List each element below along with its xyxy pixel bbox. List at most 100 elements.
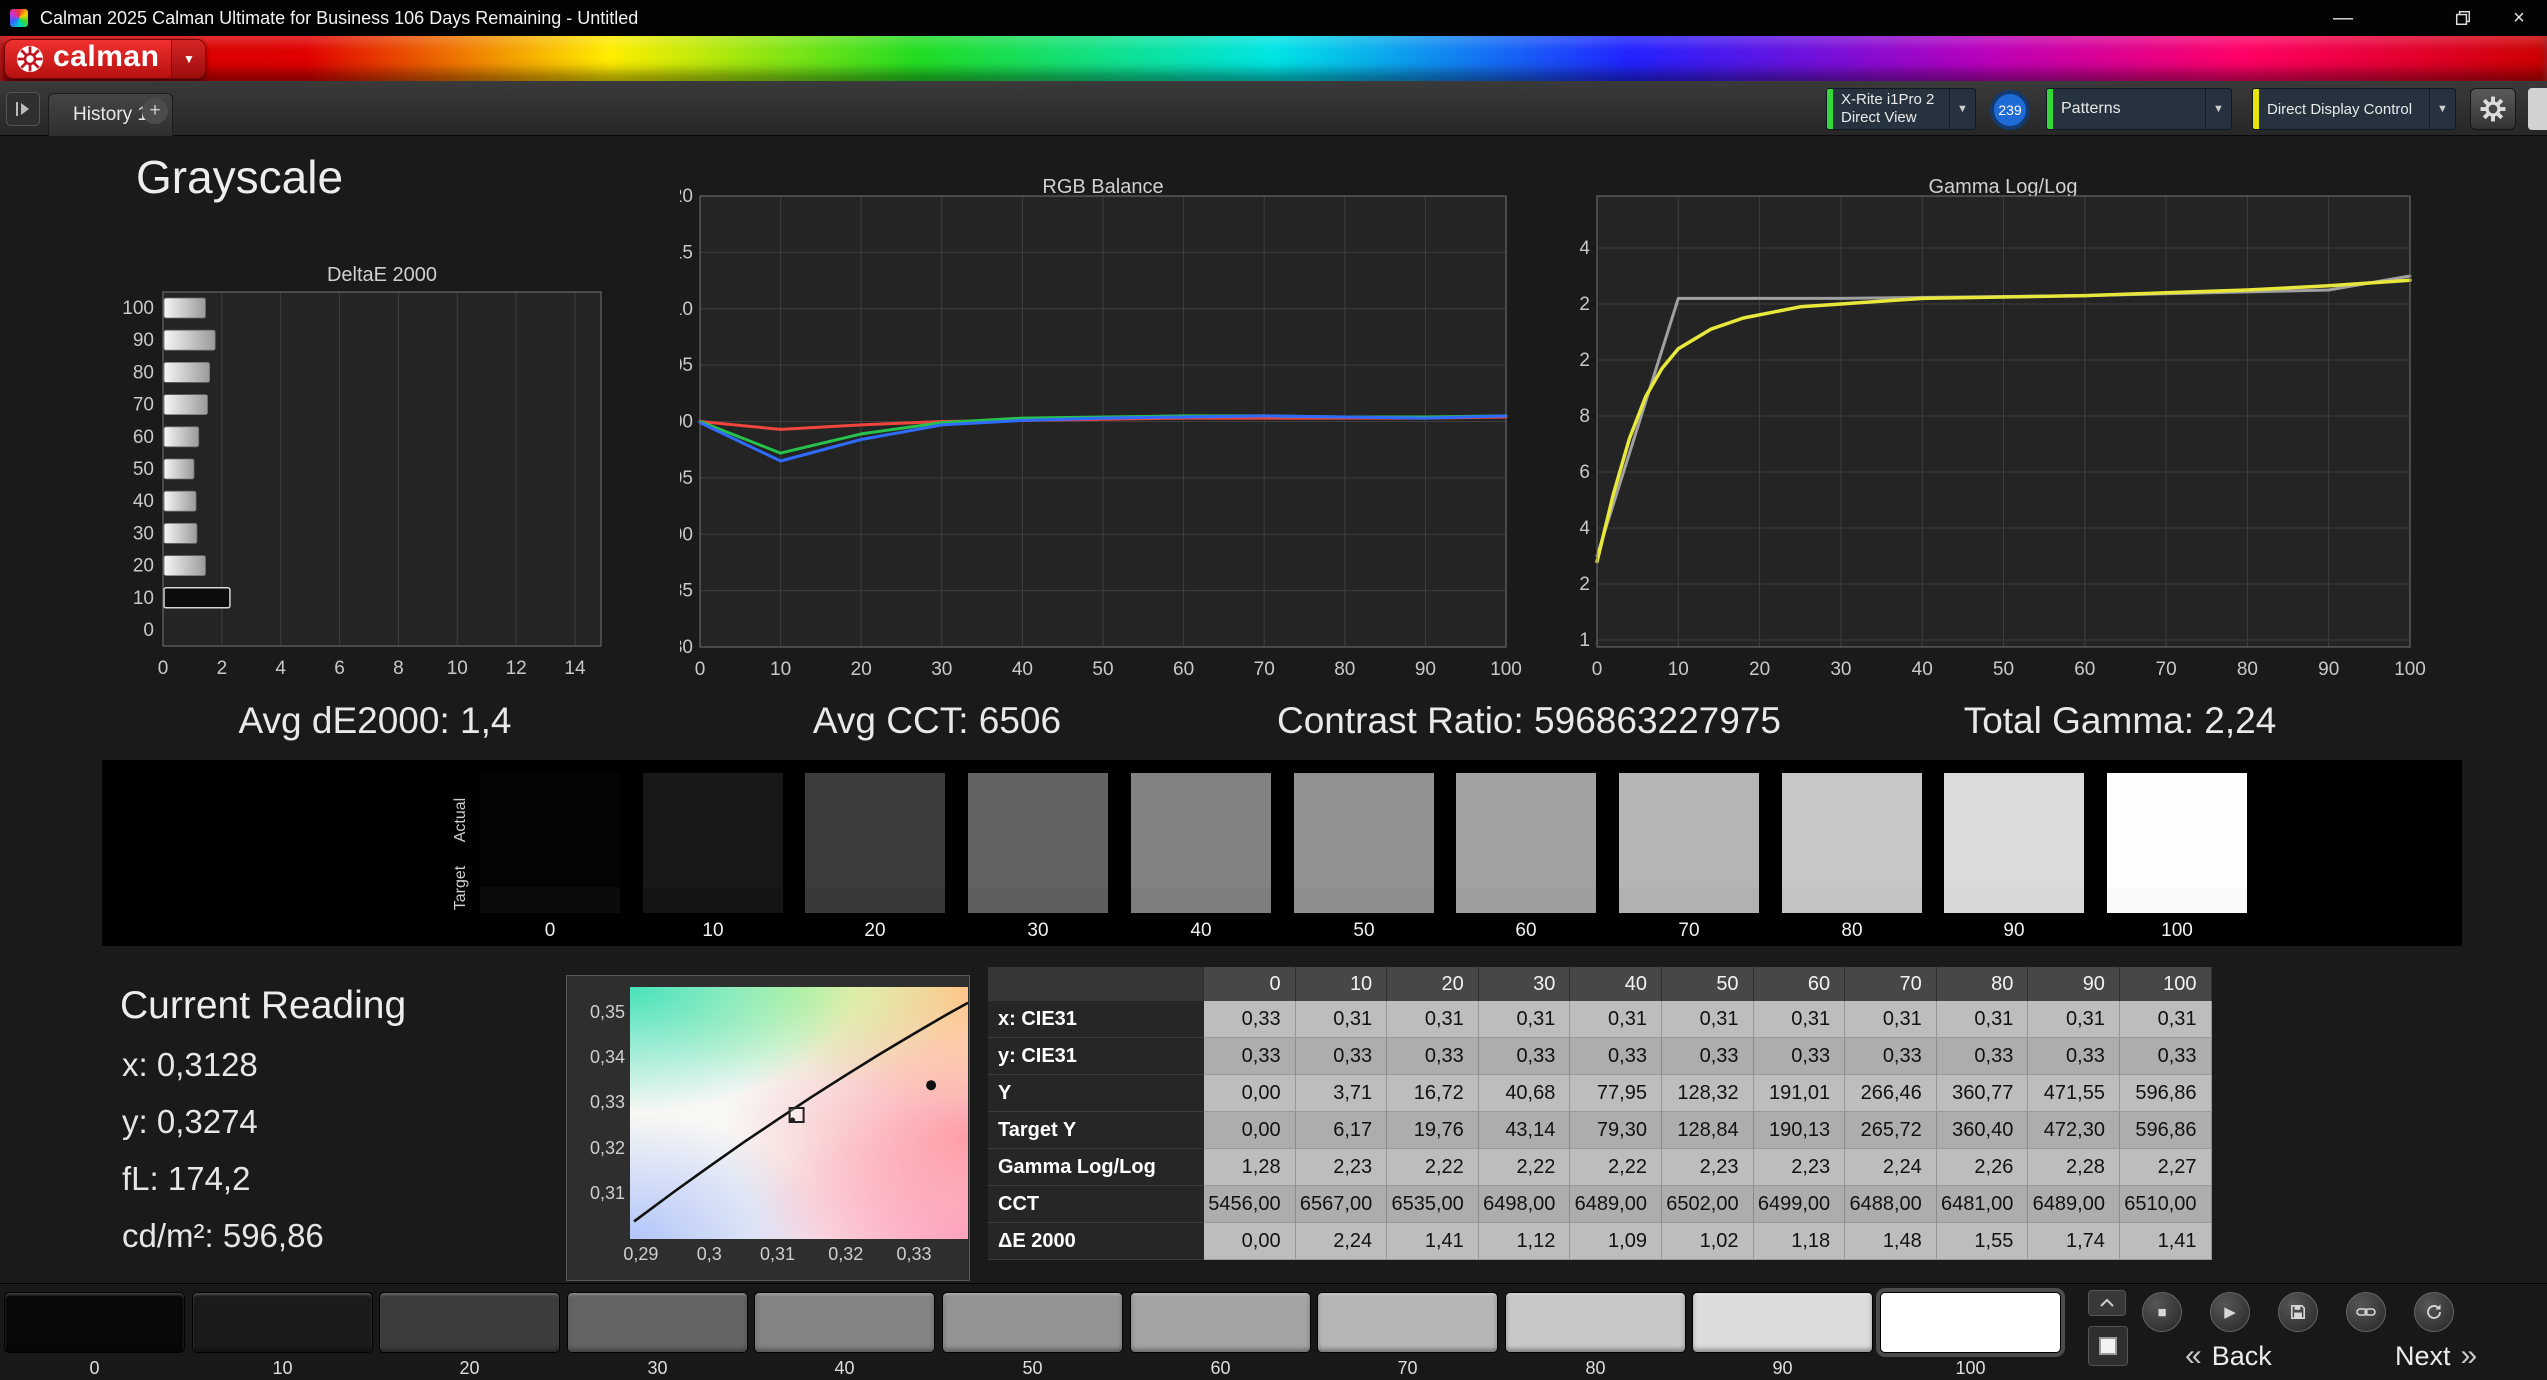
table-cell: 0,31	[1936, 1001, 2029, 1038]
x-axis-tick-label: 30	[931, 659, 952, 680]
table-cell: 6499,00	[1753, 1186, 1846, 1223]
add-tab-button[interactable]: +	[142, 98, 168, 124]
pattern-button-90[interactable]	[1692, 1292, 1873, 1353]
swatch-level-label: 60	[1515, 920, 1537, 941]
pattern-button-label: 100	[1955, 1358, 1986, 1378]
table-cell: 0,00	[1204, 1223, 1296, 1260]
close-button[interactable]: ×	[2491, 0, 2547, 36]
pattern-button-20[interactable]	[379, 1292, 560, 1353]
y-axis-tick-label: 1,8	[1580, 406, 1590, 427]
y-axis-tick-label: 100	[122, 298, 154, 319]
patterns-dropdown-label: Patterns	[2061, 100, 2121, 117]
x-axis-tick-label: 10	[1668, 659, 1689, 680]
y-axis-tick-label: 120	[680, 186, 693, 207]
pattern-button-0[interactable]	[4, 1292, 185, 1353]
table-cell: 190,13	[1753, 1112, 1846, 1149]
pattern-window-button[interactable]	[2088, 1326, 2128, 1366]
cie-x-axis-label: 0,32	[828, 1244, 864, 1264]
patterns-dropdown[interactable]: Patterns ▼	[2046, 88, 2232, 130]
dropdown-caret-icon[interactable]: ▼	[1949, 89, 1975, 129]
stat-avg-cct: Avg CCT: 6506	[812, 700, 1062, 741]
table-row-label: y: CIE31	[988, 1038, 1204, 1075]
table-cell: 0,33	[1845, 1038, 1937, 1075]
calman-window: Calman 2025 Calman Ultimate for Business…	[0, 0, 2547, 1380]
pattern-button-40[interactable]	[754, 1292, 935, 1353]
table-cell: 0,31	[1570, 1001, 1662, 1038]
y-axis-tick-label: 70	[133, 395, 154, 416]
y-axis-tick-label: 95	[680, 468, 693, 489]
stop-button[interactable]: ■	[2142, 1292, 2182, 1332]
back-button[interactable]: « Back	[2185, 1338, 2272, 1374]
swatch-target-patch	[1944, 887, 2084, 913]
panel-toggle-icon	[16, 102, 29, 116]
dropdown-caret-icon[interactable]: ▼	[2205, 89, 2231, 129]
deltae-chart: 0 2 4 6 8 10 12 141009080706050403020100	[122, 291, 602, 679]
collapse-panel-button[interactable]	[2088, 1290, 2126, 1316]
x-axis-tick-label: 60	[1173, 659, 1194, 680]
gamma-chart: 1 1,2 1,4 1,6 1,8 2 2,2 2,4 0 10 20 30 40 50 60 70 80 90 1…	[1580, 195, 2426, 680]
pattern-button-60[interactable]	[1130, 1292, 1311, 1353]
table-cell: 128,32	[1661, 1075, 1754, 1112]
swatch-level-label: 40	[1190, 920, 1212, 941]
swatch-target-patch	[1131, 887, 1271, 913]
swatch-actual-patch	[805, 773, 945, 887]
table-cell: 1,09	[1570, 1223, 1662, 1260]
table-cell: 6510,00	[2119, 1186, 2212, 1223]
minimize-button[interactable]: —	[2315, 0, 2371, 36]
chevrons-right-icon: »	[2460, 1339, 2478, 1372]
cie-chromaticity-panel: 0,35 0,34 0,33 0,32 0,31 0,29 0,3 0,31 0,32 0,33	[566, 975, 970, 1281]
measurement-table: 0 10 20 30 40 50 60 70 80 90 100 x: CIE31 0,33 0,31 0,…	[988, 967, 2212, 1260]
table-cell: 360,40	[1936, 1112, 2029, 1149]
table-cell: 2,28	[2028, 1149, 2120, 1186]
swatch-level-label: 0	[544, 920, 556, 941]
x-axis-tick-label: 70	[2156, 659, 2177, 680]
dropdown-caret-icon[interactable]: ▼	[2429, 89, 2455, 129]
pattern-button-30[interactable]	[567, 1292, 748, 1353]
settings-button[interactable]	[2470, 88, 2516, 130]
meter-dropdown[interactable]: X-Rite i1Pro 2 Direct View ▼	[1826, 88, 1976, 130]
sync-button[interactable]	[2414, 1292, 2454, 1332]
panel-toggle-button[interactable]	[6, 92, 40, 126]
y-axis-tick-label: 2,2	[1580, 294, 1590, 315]
x-axis-tick-label: 0	[158, 658, 169, 679]
table-cell: 0,31	[1661, 1001, 1754, 1038]
y-axis-tick-label: 90	[133, 330, 154, 351]
y-axis-tick-label: 20	[133, 556, 154, 577]
cie-x-axis-label: 0,33	[896, 1244, 932, 1264]
grayscale-swatch: 50	[1294, 773, 1434, 942]
table-cell: 0,31	[1845, 1001, 1937, 1038]
grayscale-swatch: 100	[2107, 773, 2247, 942]
pattern-button-label: 10	[272, 1358, 293, 1378]
table-header-cell: 50	[1661, 967, 1754, 1001]
reading-fl: fL: 174,2	[122, 1160, 251, 1197]
pattern-button-100[interactable]	[1880, 1292, 2061, 1353]
save-button[interactable]	[2278, 1292, 2318, 1332]
table-row-label: Gamma Log/Log	[988, 1149, 1204, 1186]
swatch-actual-patch	[2107, 773, 2247, 887]
pattern-button-70[interactable]	[1317, 1292, 1498, 1353]
next-button[interactable]: Next »	[2395, 1338, 2477, 1374]
table-cell: 6489,00	[2028, 1186, 2120, 1223]
table-header-cell	[988, 967, 1204, 1001]
calman-logo-button[interactable]: calman ▼	[4, 39, 207, 79]
play-button[interactable]: ▶	[2210, 1292, 2250, 1332]
pattern-button-10[interactable]	[192, 1292, 373, 1353]
swatch-target-patch	[1619, 887, 1759, 913]
display-control-dropdown[interactable]: Direct Display Control ▼	[2252, 88, 2456, 130]
table-header-cell: 0	[1204, 967, 1296, 1001]
deltae-bar	[163, 426, 200, 448]
save-icon	[2291, 1305, 2305, 1319]
pattern-button-50[interactable]	[942, 1292, 1123, 1353]
pattern-button-label: 70	[1397, 1358, 1418, 1378]
table-cell: 0,00	[1204, 1075, 1296, 1112]
x-axis-tick-label: 14	[564, 658, 586, 679]
restore-button[interactable]	[2435, 0, 2491, 36]
x-axis-tick-label: 100	[2394, 659, 2426, 680]
edge-partial-button[interactable]	[2528, 88, 2547, 130]
x-axis-tick-label: 0	[695, 659, 706, 680]
logo-menu-caret-icon[interactable]: ▼	[171, 40, 206, 78]
y-axis-tick-label: 110	[680, 299, 693, 320]
cie-x-axis-label: 0,3	[696, 1244, 722, 1264]
pattern-button-80[interactable]	[1505, 1292, 1686, 1353]
loop-button[interactable]	[2346, 1292, 2386, 1332]
